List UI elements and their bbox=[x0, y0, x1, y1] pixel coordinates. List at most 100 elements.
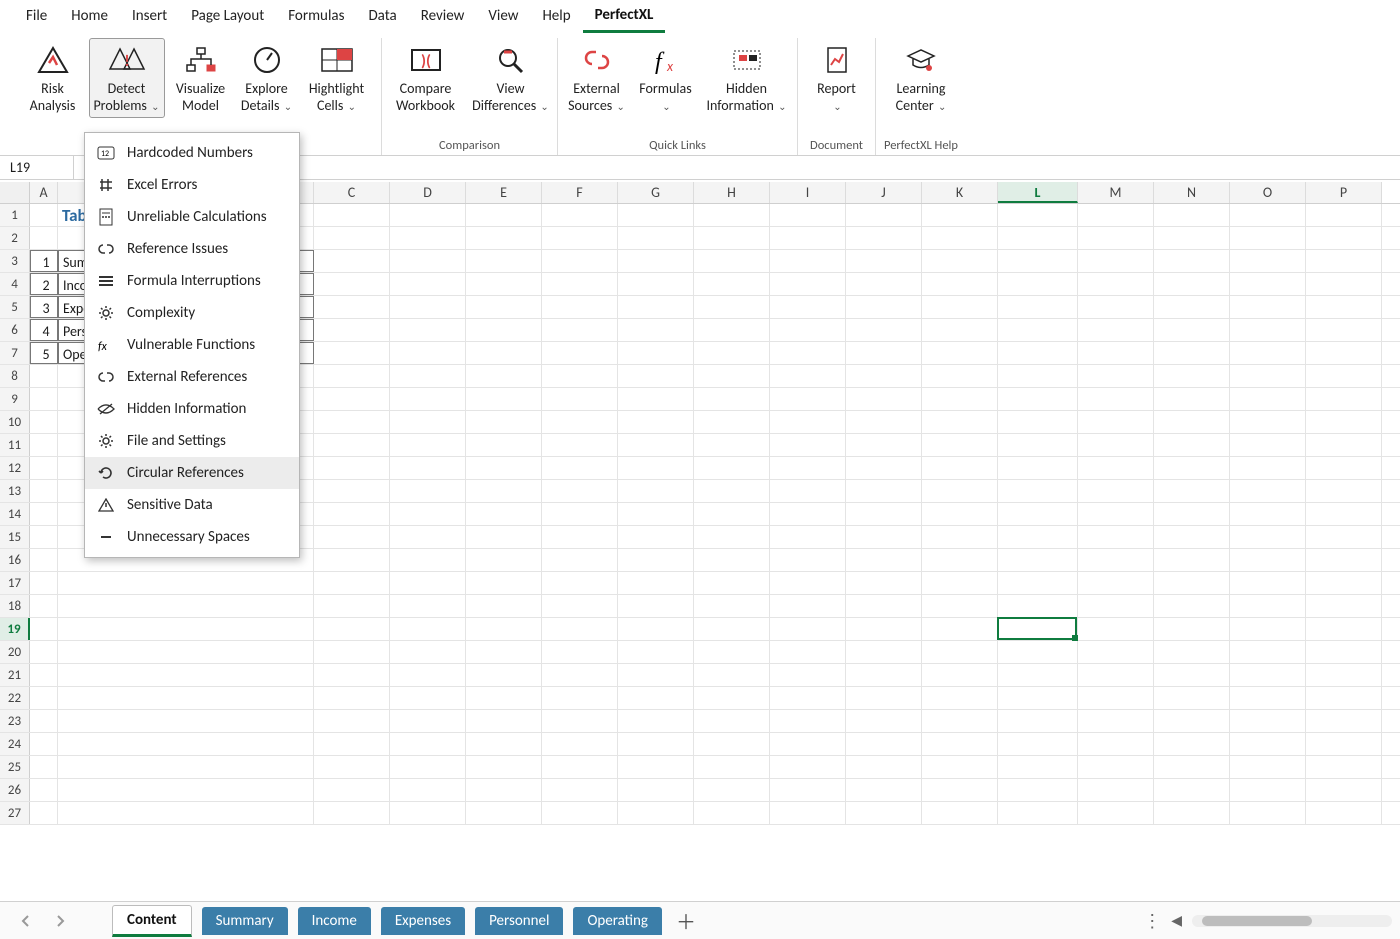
column-header-C[interactable]: C bbox=[314, 182, 390, 203]
dropdown-item-hardcoded[interactable]: 12Hardcoded Numbers bbox=[85, 137, 299, 169]
row-header-8[interactable]: 8 bbox=[0, 365, 30, 387]
tab-help[interactable]: Help bbox=[530, 1, 582, 31]
tab-formulas[interactable]: Formulas bbox=[276, 1, 356, 31]
cell-F26[interactable] bbox=[542, 779, 618, 801]
cell-F15[interactable] bbox=[542, 526, 618, 548]
cell-J24[interactable] bbox=[846, 733, 922, 755]
cell-N15[interactable] bbox=[1154, 526, 1230, 548]
cell-K18[interactable] bbox=[922, 595, 998, 617]
cell-G20[interactable] bbox=[618, 641, 694, 663]
cell-G14[interactable] bbox=[618, 503, 694, 525]
cell-F10[interactable] bbox=[542, 411, 618, 433]
cell-I26[interactable] bbox=[770, 779, 846, 801]
cell-C1[interactable] bbox=[314, 204, 390, 226]
cell-P12[interactable] bbox=[1306, 457, 1382, 479]
cell-E2[interactable] bbox=[466, 227, 542, 249]
cell-D12[interactable] bbox=[390, 457, 466, 479]
cell-C11[interactable] bbox=[314, 434, 390, 456]
cell-E18[interactable] bbox=[466, 595, 542, 617]
cell-A20[interactable] bbox=[30, 641, 58, 663]
cell-P1[interactable] bbox=[1306, 204, 1382, 226]
cell-H10[interactable] bbox=[694, 411, 770, 433]
cell-I12[interactable] bbox=[770, 457, 846, 479]
cell-P21[interactable] bbox=[1306, 664, 1382, 686]
cell-G12[interactable] bbox=[618, 457, 694, 479]
cell-O22[interactable] bbox=[1230, 687, 1306, 709]
compare-workbook-button[interactable]: )( Compare Workbook bbox=[386, 38, 466, 117]
cell-A6[interactable]: 4 bbox=[30, 319, 58, 341]
cell-A12[interactable] bbox=[30, 457, 58, 479]
cell-I13[interactable] bbox=[770, 480, 846, 502]
cell-E23[interactable] bbox=[466, 710, 542, 732]
cell-J19[interactable] bbox=[846, 618, 922, 640]
cell-E27[interactable] bbox=[466, 802, 542, 824]
dropdown-item-vulnerable[interactable]: fxVulnerable Functions bbox=[85, 329, 299, 361]
cell-D20[interactable] bbox=[390, 641, 466, 663]
column-header-H[interactable]: H bbox=[694, 182, 770, 203]
cell-M6[interactable] bbox=[1078, 319, 1154, 341]
cell-H22[interactable] bbox=[694, 687, 770, 709]
cell-J17[interactable] bbox=[846, 572, 922, 594]
cell-E1[interactable] bbox=[466, 204, 542, 226]
cell-I7[interactable] bbox=[770, 342, 846, 364]
cell-J5[interactable] bbox=[846, 296, 922, 318]
row-header-21[interactable]: 21 bbox=[0, 664, 30, 686]
formulas-button[interactable]: fx Formulas⌄ bbox=[632, 38, 700, 118]
cell-K6[interactable] bbox=[922, 319, 998, 341]
cell-N16[interactable] bbox=[1154, 549, 1230, 571]
cell-C2[interactable] bbox=[314, 227, 390, 249]
cell-H16[interactable] bbox=[694, 549, 770, 571]
cell-M21[interactable] bbox=[1078, 664, 1154, 686]
cell-J13[interactable] bbox=[846, 480, 922, 502]
cell-D13[interactable] bbox=[390, 480, 466, 502]
cell-K9[interactable] bbox=[922, 388, 998, 410]
cell-J15[interactable] bbox=[846, 526, 922, 548]
cell-D9[interactable] bbox=[390, 388, 466, 410]
cell-P20[interactable] bbox=[1306, 641, 1382, 663]
cell-C21[interactable] bbox=[314, 664, 390, 686]
cell-F12[interactable] bbox=[542, 457, 618, 479]
cell-M16[interactable] bbox=[1078, 549, 1154, 571]
cell-F9[interactable] bbox=[542, 388, 618, 410]
cell-F19[interactable] bbox=[542, 618, 618, 640]
cell-C12[interactable] bbox=[314, 457, 390, 479]
cell-I27[interactable] bbox=[770, 802, 846, 824]
cell-L27[interactable] bbox=[998, 802, 1078, 824]
cell-H5[interactable] bbox=[694, 296, 770, 318]
cell-A14[interactable] bbox=[30, 503, 58, 525]
cell-H13[interactable] bbox=[694, 480, 770, 502]
cell-B20[interactable] bbox=[58, 641, 314, 663]
cell-G7[interactable] bbox=[618, 342, 694, 364]
cell-O2[interactable] bbox=[1230, 227, 1306, 249]
cell-F16[interactable] bbox=[542, 549, 618, 571]
cell-F14[interactable] bbox=[542, 503, 618, 525]
dropdown-item-sensitive[interactable]: Sensitive Data bbox=[85, 489, 299, 521]
cell-O4[interactable] bbox=[1230, 273, 1306, 295]
cell-J9[interactable] bbox=[846, 388, 922, 410]
cell-G13[interactable] bbox=[618, 480, 694, 502]
cell-C10[interactable] bbox=[314, 411, 390, 433]
cell-D26[interactable] bbox=[390, 779, 466, 801]
cell-I25[interactable] bbox=[770, 756, 846, 778]
cell-H6[interactable] bbox=[694, 319, 770, 341]
cell-O12[interactable] bbox=[1230, 457, 1306, 479]
cell-I9[interactable] bbox=[770, 388, 846, 410]
cell-O17[interactable] bbox=[1230, 572, 1306, 594]
cell-P17[interactable] bbox=[1306, 572, 1382, 594]
cell-A19[interactable] bbox=[30, 618, 58, 640]
cell-E17[interactable] bbox=[466, 572, 542, 594]
cell-M23[interactable] bbox=[1078, 710, 1154, 732]
cell-P9[interactable] bbox=[1306, 388, 1382, 410]
cell-I19[interactable] bbox=[770, 618, 846, 640]
cell-J23[interactable] bbox=[846, 710, 922, 732]
cell-H26[interactable] bbox=[694, 779, 770, 801]
cell-L7[interactable] bbox=[998, 342, 1078, 364]
cell-O7[interactable] bbox=[1230, 342, 1306, 364]
cell-L23[interactable] bbox=[998, 710, 1078, 732]
cell-I8[interactable] bbox=[770, 365, 846, 387]
cell-F21[interactable] bbox=[542, 664, 618, 686]
cell-J16[interactable] bbox=[846, 549, 922, 571]
name-box[interactable]: L19 bbox=[0, 156, 74, 179]
cell-G9[interactable] bbox=[618, 388, 694, 410]
dropdown-item-refissues[interactable]: Reference Issues bbox=[85, 233, 299, 265]
